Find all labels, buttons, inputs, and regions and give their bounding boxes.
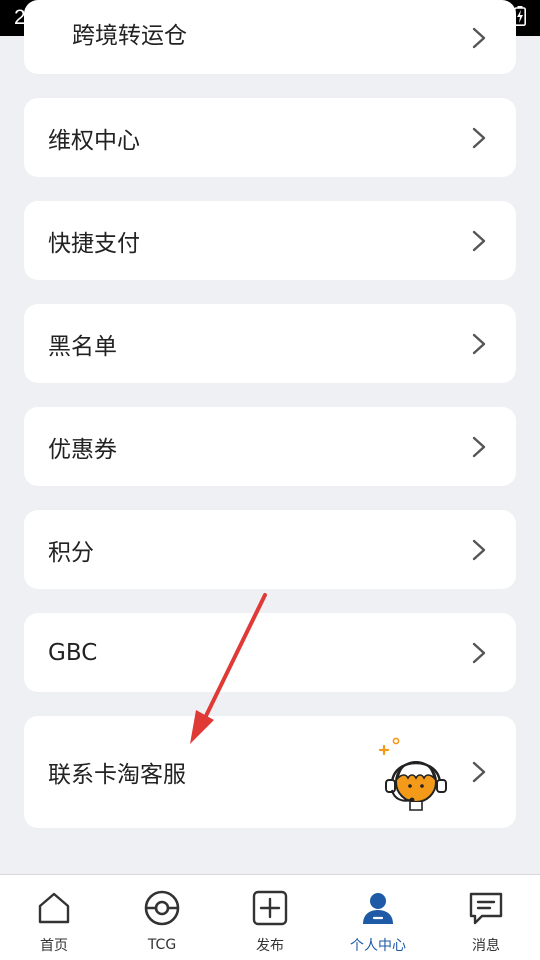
- chevron-right-icon: [472, 436, 486, 457]
- menu-item-label: 跨境转运仓: [72, 23, 187, 49]
- menu-item-label: GBC: [48, 639, 98, 666]
- menu-item-label: 联系卡淘客服: [48, 762, 186, 788]
- menu-item-contact-customer-service[interactable]: 联系卡淘客服: [24, 716, 516, 828]
- menu-item-cross-border-warehouse[interactable]: 跨境转运仓: [24, 0, 516, 74]
- chevron-right-icon: [472, 761, 486, 783]
- menu-item-label: 黑名单: [48, 333, 117, 360]
- tab-messages[interactable]: 消息: [432, 875, 540, 960]
- menu-item-label: 优惠券: [48, 436, 117, 463]
- chevron-right-icon: [472, 333, 486, 354]
- chevron-right-icon: [472, 539, 486, 560]
- tab-profile[interactable]: 个人中心: [324, 875, 432, 960]
- menu-item-label: 快捷支付: [48, 230, 140, 257]
- chat-icon: [467, 889, 505, 927]
- home-icon: [35, 889, 73, 927]
- tab-label: 首页: [40, 938, 68, 954]
- chevron-right-icon: [472, 642, 486, 663]
- chevron-right-icon: [472, 230, 486, 251]
- tab-tcg[interactable]: TCG: [108, 875, 216, 960]
- bottom-tab-bar: 首页 TCG 发布 个人中心 消息: [0, 874, 540, 960]
- chevron-right-icon: [472, 27, 486, 49]
- tab-publish[interactable]: 发布: [216, 875, 324, 960]
- menu-item-blacklist[interactable]: 黑名单: [24, 304, 516, 383]
- menu-item-label: 积分: [48, 539, 94, 566]
- chevron-right-icon: [472, 127, 486, 148]
- menu-item-label: 维权中心: [48, 127, 140, 154]
- person-icon: [359, 889, 397, 927]
- plus-square-icon: [251, 889, 289, 927]
- pokeball-icon: [143, 889, 181, 927]
- menu-item-coupons[interactable]: 优惠券: [24, 407, 516, 486]
- menu-item-quick-pay[interactable]: 快捷支付: [24, 201, 516, 280]
- tab-label: 发布: [256, 938, 284, 954]
- tab-label: 消息: [472, 938, 500, 954]
- customer-service-agent-icon: [378, 737, 447, 811]
- tab-label: 个人中心: [350, 938, 406, 954]
- tab-label: TCG: [147, 937, 177, 953]
- menu-item-points[interactable]: 积分: [24, 510, 516, 589]
- menu-item-rights-center[interactable]: 维权中心: [24, 98, 516, 177]
- tab-home[interactable]: 首页: [0, 875, 108, 960]
- menu-item-gbc[interactable]: GBC: [24, 613, 516, 692]
